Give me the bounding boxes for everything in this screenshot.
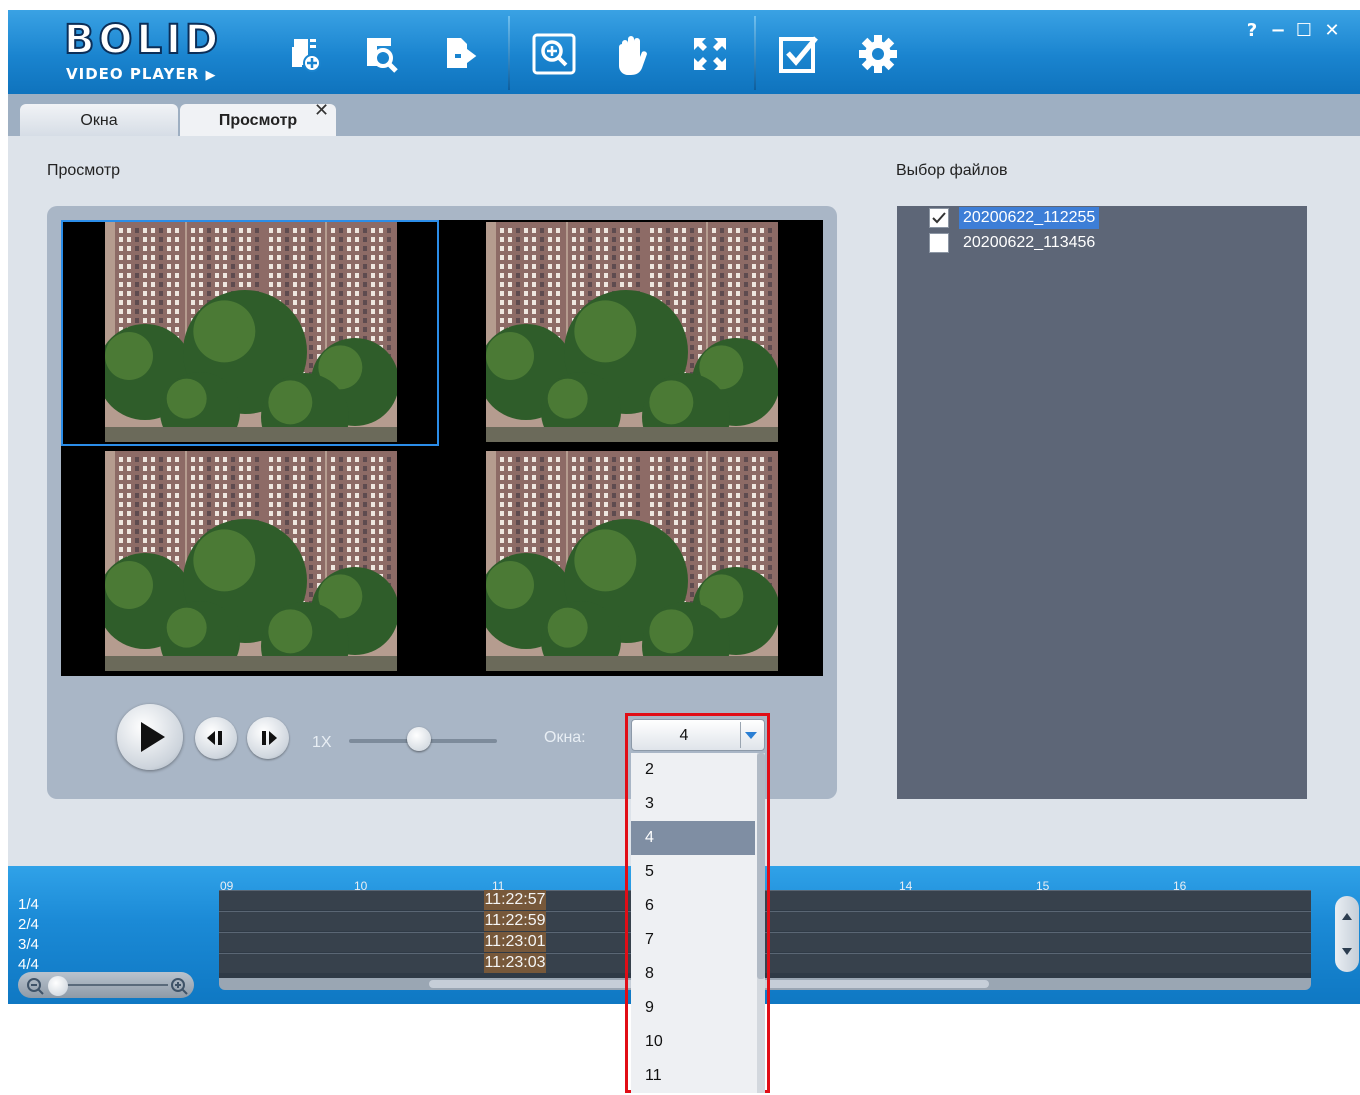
play-icon — [141, 722, 165, 752]
file-selection-title: Выбор файлов — [896, 162, 1008, 179]
minimize-button[interactable]: − — [1266, 20, 1290, 42]
video-cell-2[interactable] — [442, 220, 820, 446]
play-button[interactable] — [117, 704, 183, 770]
open-file-icon[interactable] — [284, 32, 328, 76]
option-8[interactable]: 8 — [631, 957, 755, 991]
search-file-icon[interactable] — [360, 32, 404, 76]
step-forward-button[interactable] — [247, 717, 289, 759]
file-list-panel: 20200622_112255 20200622_113456 — [897, 206, 1307, 799]
preview-title: Просмотр — [47, 162, 121, 179]
zoom-slider-knob[interactable] — [48, 976, 68, 996]
close-tab-icon[interactable]: ✕ — [314, 102, 329, 120]
file-item[interactable]: 20200622_113456 — [929, 232, 1099, 254]
chevron-down-icon[interactable] — [745, 732, 757, 739]
track-label: 1/4 — [18, 896, 39, 913]
video-cell-3[interactable] — [61, 449, 439, 675]
logo-word: BOLID — [63, 17, 223, 63]
checkmark-icon — [932, 212, 946, 224]
option-4[interactable]: 4 — [631, 821, 755, 855]
video-cell-4[interactable] — [442, 449, 820, 675]
file-checkbox-checked[interactable] — [929, 208, 949, 228]
pan-hand-icon[interactable] — [610, 32, 654, 76]
windows-count-value: 4 — [679, 727, 689, 744]
file-name[interactable]: 20200622_112255 — [959, 207, 1100, 229]
option-9[interactable]: 9 — [631, 991, 755, 1025]
zoom-icon[interactable] — [532, 32, 576, 76]
close-window-button[interactable]: ✕ — [1320, 20, 1344, 42]
camera-frame-image — [105, 222, 397, 442]
fullscreen-icon[interactable] — [688, 32, 732, 76]
time-tag: 11:22:59 — [484, 911, 546, 931]
video-grid — [61, 220, 823, 676]
track-scroll-buttons[interactable] — [1335, 896, 1359, 972]
tab-okna[interactable]: Окна — [20, 104, 178, 136]
tab-bar: Окна Просмотр ✕ — [8, 94, 1360, 136]
toolbar-separator — [754, 16, 756, 90]
track-label: 3/4 — [18, 936, 39, 953]
maximize-button[interactable]: ☐ — [1292, 20, 1316, 42]
windows-count-select[interactable]: 4 — [631, 719, 765, 751]
settings-icon[interactable] — [856, 32, 900, 76]
camera-frame-image — [486, 222, 778, 442]
timeline-zoom-slider[interactable] — [18, 972, 194, 998]
windows-count-label: Окна: — [544, 729, 586, 746]
dropdown-separator — [740, 722, 741, 748]
file-name[interactable]: 20200622_113456 — [959, 232, 1099, 254]
dropdown-scrollbar[interactable] — [757, 753, 765, 1093]
check-icon[interactable] — [778, 32, 822, 76]
option-2[interactable]: 2 — [631, 753, 755, 787]
dropdown-scroll-thumb[interactable] — [757, 753, 765, 979]
camera-frame-image — [486, 451, 778, 671]
track-label: 4/4 — [18, 956, 39, 973]
speed-label: 1X — [312, 734, 332, 751]
track-label: 2/4 — [18, 916, 39, 933]
bolid-logo: BOLID VIDEO PLAYER ▶ — [63, 17, 236, 84]
video-cell-1[interactable] — [61, 220, 439, 446]
step-forward-icon — [262, 731, 277, 745]
help-button[interactable]: ? — [1240, 20, 1264, 42]
time-tag: 11:22:57 — [484, 890, 546, 910]
tab-view[interactable]: Просмотр — [180, 104, 336, 136]
step-back-icon — [207, 731, 222, 745]
speed-slider-knob[interactable] — [407, 727, 431, 751]
logo-subtitle: VIDEO PLAYER ▶ — [66, 65, 217, 83]
time-tag: 11:23:03 — [484, 953, 546, 973]
export-icon[interactable] — [438, 32, 482, 76]
option-7[interactable]: 7 — [631, 923, 755, 957]
video-player-panel: 1X Окна: — [47, 206, 837, 799]
logo-subtitle-text: VIDEO PLAYER — [66, 65, 200, 83]
camera-frame-image — [105, 451, 397, 671]
option-5[interactable]: 5 — [631, 855, 755, 889]
main-toolbar: BOLID VIDEO PLAYER ▶ ? − ☐ ✕ — [8, 10, 1360, 94]
toolbar-separator — [508, 16, 510, 90]
option-10[interactable]: 10 — [631, 1025, 755, 1059]
option-11[interactable]: 11 — [631, 1059, 755, 1093]
windows-count-options: 2 3 4 5 6 7 8 9 10 11 — [631, 753, 765, 1093]
option-6[interactable]: 6 — [631, 889, 755, 923]
step-back-button[interactable] — [195, 717, 237, 759]
file-checkbox[interactable] — [929, 233, 949, 253]
option-3[interactable]: 3 — [631, 787, 755, 821]
file-item[interactable]: 20200622_112255 — [929, 207, 1100, 229]
time-tag: 11:23:01 — [484, 932, 546, 952]
